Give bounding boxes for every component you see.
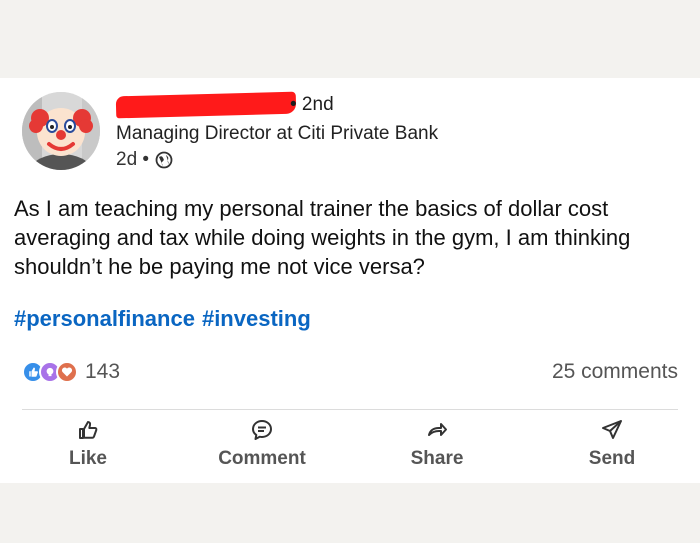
reaction-count: 143 — [85, 360, 121, 383]
redacted-author-name — [115, 91, 297, 119]
share-label: Share — [410, 448, 464, 469]
send-plane-icon — [602, 420, 622, 439]
hashtag-personalfinance[interactable]: #personalfinance — [14, 306, 195, 332]
comments-count[interactable]: 25 comments — [552, 360, 678, 384]
like-label: Like — [68, 448, 108, 469]
share-button[interactable]: Share — [377, 418, 497, 470]
love-reaction-icon — [56, 361, 78, 383]
send-button[interactable]: Send — [552, 418, 672, 470]
action-bar: Like Comment Share Send — [0, 418, 700, 478]
post-time: 2d • — [116, 149, 150, 170]
post-meta: 2d • — [116, 149, 173, 171]
reactions-summary[interactable]: 143 — [22, 360, 120, 384]
divider — [22, 409, 678, 410]
comment-icon — [252, 420, 272, 440]
send-label: Send — [588, 448, 636, 469]
thumbs-up-icon — [79, 421, 98, 439]
hashtag-investing[interactable]: #investing — [202, 306, 311, 332]
share-arrow-icon — [428, 423, 447, 436]
author-headline: Managing Director at Citi Private Bank — [116, 123, 439, 144]
clown-face-icon — [22, 92, 100, 170]
globe-icon — [155, 151, 173, 169]
avatar[interactable] — [22, 92, 100, 170]
connection-degree: • 2nd — [290, 94, 334, 115]
comment-label: Comment — [218, 448, 306, 469]
post-body: As I am teaching my personal trainer the… — [14, 196, 631, 279]
hashtags: #personalfinance #investing — [14, 306, 311, 332]
like-button[interactable]: Like — [28, 418, 148, 470]
comment-button[interactable]: Comment — [202, 418, 322, 470]
post-card: • 2nd Managing Director at Citi Private … — [0, 78, 700, 483]
